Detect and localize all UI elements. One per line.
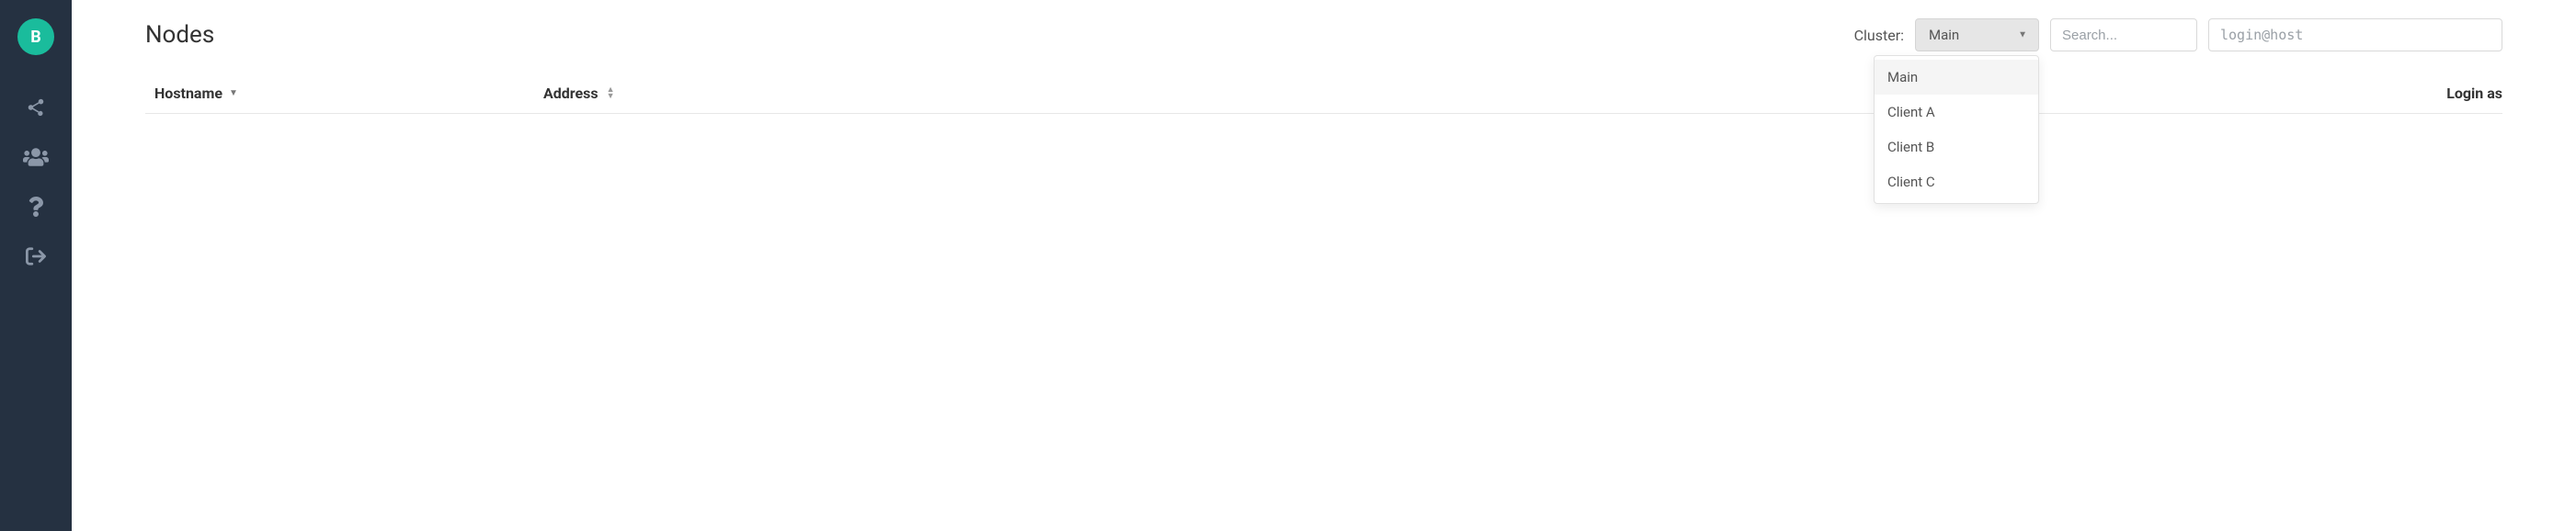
- chevron-down-icon: ▼: [2018, 30, 2027, 40]
- cluster-label: Cluster:: [1854, 27, 1904, 44]
- avatar[interactable]: B: [17, 18, 54, 55]
- users-icon[interactable]: [0, 132, 72, 182]
- help-icon[interactable]: [0, 182, 72, 232]
- dropdown-item-client-c[interactable]: Client C: [1875, 164, 2038, 199]
- cluster-selected-value: Main: [1929, 27, 1959, 43]
- cluster-dropdown-menu: Main Client A Client B Client C: [1874, 55, 2039, 204]
- main-content: Nodes Cluster: Main ▼ Main Client A Clie…: [72, 0, 2576, 531]
- toolbar-controls: Cluster: Main ▼ Main Client A Client B C…: [1854, 18, 2502, 51]
- column-login-as-label: Login as: [2446, 85, 2502, 102]
- column-hostname-label: Hostname: [154, 85, 222, 102]
- column-hostname[interactable]: Hostname ▼: [154, 85, 543, 102]
- search-input[interactable]: [2050, 18, 2197, 51]
- sort-desc-icon: ▼: [229, 88, 238, 98]
- column-address-label: Address: [543, 85, 598, 102]
- dropdown-item-client-a[interactable]: Client A: [1875, 95, 2038, 130]
- logout-icon[interactable]: [0, 232, 72, 281]
- table-header: Hostname ▼ Address ▲▼ Login as: [145, 75, 2502, 114]
- sort-both-icon: ▲▼: [607, 87, 615, 100]
- page-title: Nodes: [145, 21, 214, 49]
- dropdown-item-client-b[interactable]: Client B: [1875, 130, 2038, 164]
- login-input[interactable]: [2208, 18, 2502, 51]
- column-address[interactable]: Address ▲▼: [543, 85, 2411, 102]
- column-login-as: Login as: [2411, 85, 2502, 102]
- sidebar: B: [0, 0, 72, 531]
- dropdown-item-main[interactable]: Main: [1875, 60, 2038, 95]
- share-icon[interactable]: [0, 83, 72, 132]
- cluster-dropdown[interactable]: Main ▼: [1915, 18, 2039, 51]
